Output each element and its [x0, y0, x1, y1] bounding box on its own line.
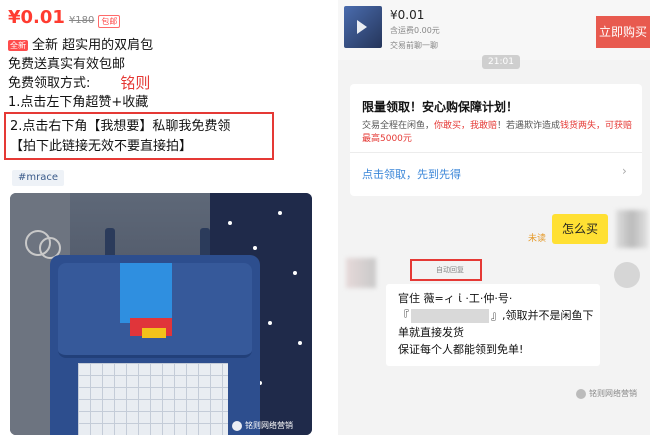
chat-panel: ¥0.01 含运费0.00元 交易前聊一聊 立即购买 21:01 限量领取！安心… — [338, 0, 650, 435]
listing-price: ¥0.01 — [8, 7, 65, 28]
screenshot-root: ¥0.01 ¥180 包邮 全新 全新 超实用的双肩包 免费送真实有效包邮 免费领… — [0, 0, 650, 435]
new-badge: 全新 — [8, 40, 28, 51]
guarantee-text-red1: 你敢买，我敢赔 — [434, 121, 498, 131]
watermark-right-text: 铭则网络营销 — [589, 389, 637, 398]
hang-tag-yellow — [142, 328, 166, 338]
description-line-3: 免费领取方式: 铭则 — [8, 74, 318, 93]
guarantee-text-part1: 交易全程在闲鱼， — [362, 121, 435, 131]
watermark-right: 铭则网络营销 — [576, 388, 637, 399]
guarantee-card[interactable]: 限量领取！安心购保障计划！ 交易全程在闲鱼，你敢买，我敢赔！若遇欺诈造成钱货两失… — [350, 84, 642, 196]
reply-line-2-prefix: 『 — [398, 309, 409, 322]
reply-line-1: 官住 薇=ィ ἰ ·工·仲·号· — [398, 292, 513, 305]
product-thumbnail[interactable] — [344, 6, 382, 48]
play-icon — [357, 20, 367, 34]
signature-mark: 铭则 — [120, 74, 151, 92]
reply-line-3: 单就直接发货 — [398, 326, 464, 339]
claim-link[interactable]: 点击领取，先到先得 — [362, 166, 461, 182]
header-price: ¥0.01 — [390, 8, 425, 22]
buy-now-button[interactable]: 立即购买 — [596, 16, 650, 48]
claim-method-label: 免费领取方式: — [8, 76, 91, 91]
chat-product-header: ¥0.01 含运费0.00元 交易前聊一聊 立即购买 — [338, 0, 650, 60]
watermark-left: 铭则网络营销 — [232, 420, 293, 431]
listing-title-line: 全新 全新 超实用的双肩包 — [8, 36, 318, 55]
listing-title: 全新 超实用的双肩包 — [32, 38, 154, 53]
my-avatar[interactable] — [616, 210, 648, 248]
redacted-id — [411, 309, 489, 323]
my-message-bubble[interactable]: 怎么买 — [552, 214, 608, 244]
free-shipping-badge: 包邮 — [98, 15, 121, 28]
description-line-5: 2.点击右下角【我想要】私聊我免费领 — [10, 119, 231, 134]
guarantee-text: 交易全程在闲鱼，你敢买，我敢赔！若遇欺诈造成钱货两失，可获赔最高5000元 — [362, 120, 634, 146]
header-trade-status: 交易前聊一聊 — [390, 41, 438, 50]
guarantee-title: 限量领取！安心购保障计划！ — [362, 100, 519, 114]
hashtag-chip[interactable]: #mrace — [12, 170, 65, 186]
product-photo[interactable] — [10, 193, 312, 435]
reply-line-4: 保证每个人都能领到免单! — [398, 343, 524, 356]
reply-line-2: 『 』,领取并不是闲鱼下 — [398, 307, 594, 324]
wechat-icon — [232, 420, 242, 431]
listing-panel: ¥0.01 ¥180 包邮 全新 全新 超实用的双肩包 免费送真实有效包邮 免费领… — [0, 0, 330, 435]
chevron-right-icon[interactable]: › — [622, 164, 627, 178]
description-line-4: 1.点击左下角超赞+收藏 — [8, 95, 149, 110]
backpack-grid-pocket — [78, 363, 228, 435]
reply-line-2-suffix: 』,领取并不是闲鱼下 — [491, 309, 594, 322]
price-row: ¥0.01 ¥180 包邮 — [8, 4, 121, 28]
hang-tag-blue — [120, 263, 172, 323]
highlight-box: 2.点击右下角【我想要】私聊我免费领 【拍下此链接无效不要直接拍】 — [4, 112, 274, 160]
guarantee-text-part2: ！若遇欺诈造成 — [497, 121, 561, 131]
seller-reply-bubble[interactable]: 官住 薇=ィ ἰ ·工·仲·号· 『 』,领取并不是闲鱼下 单就直接发货 保证每个… — [386, 284, 600, 366]
seller-avatar[interactable] — [346, 258, 376, 288]
listing-description: 全新 全新 超实用的双肩包 免费送真实有效包邮 免费领取方式: 铭则 1.点击左下角… — [8, 36, 318, 112]
description-line-2: 免费送真实有效包邮 — [8, 57, 126, 72]
auto-reply-label: 自动回复 — [436, 266, 464, 274]
header-shipping: 含运费0.00元 — [390, 26, 440, 35]
secondary-avatar — [614, 262, 640, 288]
card-divider — [350, 152, 642, 153]
message-timestamp: 21:01 — [482, 55, 520, 69]
wechat-icon — [576, 388, 586, 399]
description-line-6: 【拍下此链接无效不要直接拍】 — [10, 139, 193, 154]
unread-label: 未读 — [528, 234, 547, 244]
original-price: ¥180 — [68, 15, 95, 26]
watermark-left-text: 铭则网络营销 — [245, 421, 293, 430]
